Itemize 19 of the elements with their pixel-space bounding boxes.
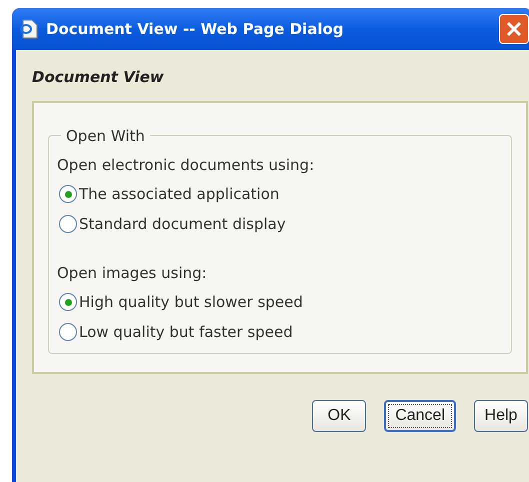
close-button[interactable]	[499, 14, 529, 44]
group-legend: Open With	[61, 124, 150, 147]
radio-button[interactable]	[59, 215, 77, 233]
page-icon	[18, 18, 40, 40]
radio-option[interactable]: High quality but slower speed	[57, 287, 303, 317]
dialog-button[interactable]: Cancel	[384, 400, 456, 432]
radio-option[interactable]: The associated application	[57, 179, 280, 209]
dialog-button[interactable]: OK	[312, 400, 366, 432]
window-title: Document View -- Web Page Dialog	[46, 18, 345, 40]
section-label: Open electronic documents using:	[57, 155, 316, 176]
radio-option[interactable]: Standard document display	[57, 209, 286, 239]
radio-button[interactable]	[59, 293, 77, 311]
dialog-button[interactable]: Help	[474, 400, 528, 432]
close-icon	[506, 21, 522, 37]
dialog-heading: Document View	[32, 67, 165, 88]
radio-button[interactable]	[59, 323, 77, 341]
radio-option[interactable]: Low quality but faster speed	[57, 317, 293, 347]
radio-button[interactable]	[59, 185, 77, 203]
section-label: Open images using:	[57, 263, 208, 284]
